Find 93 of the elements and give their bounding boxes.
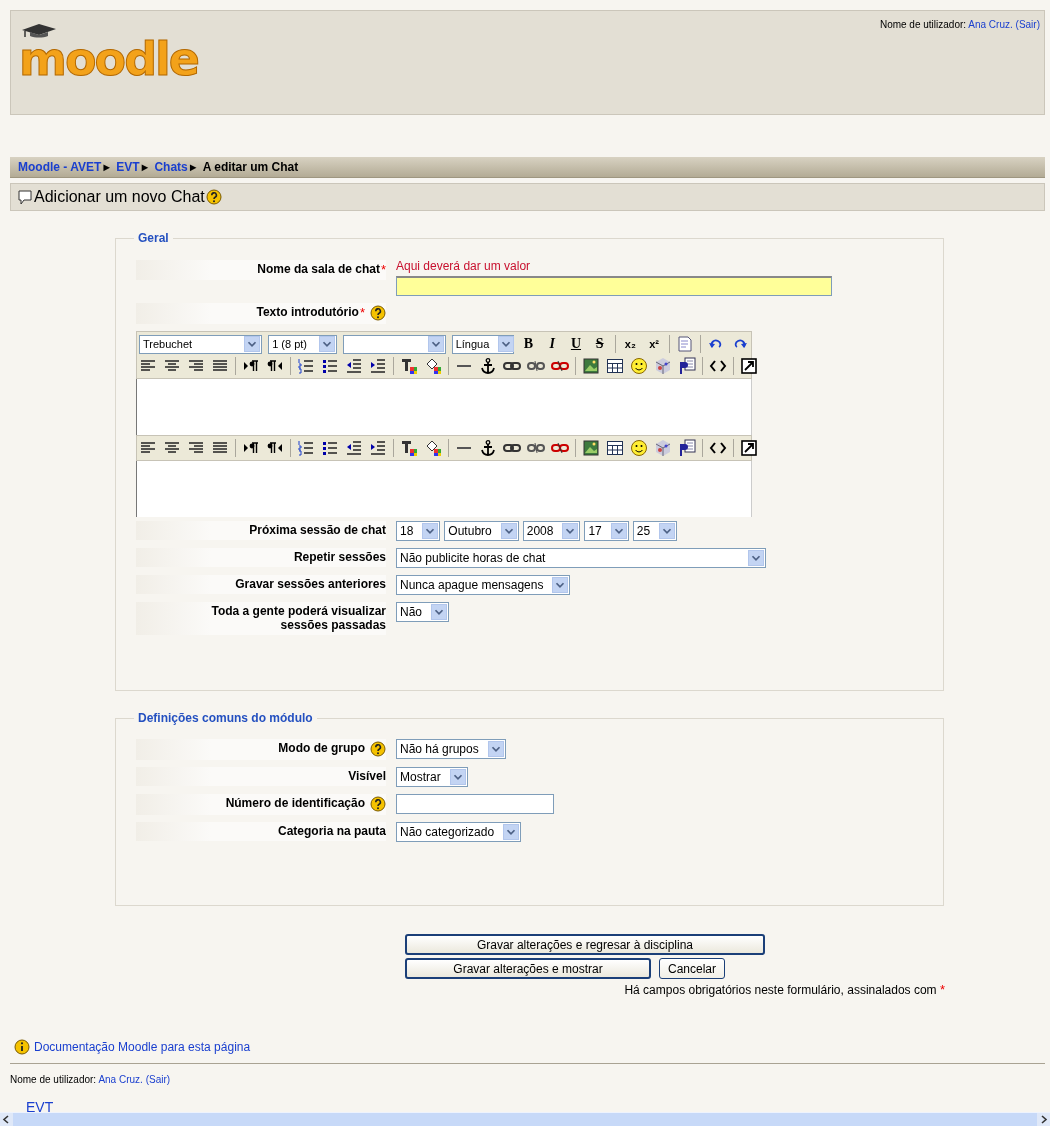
text-color-icon[interactable] — [400, 439, 418, 457]
field-label: Próxima sessão de chat — [249, 523, 386, 537]
speech-bubble-icon — [17, 189, 33, 205]
field-label: Texto introdutório — [256, 305, 359, 319]
dropdown[interactable]: 2008 — [522, 521, 581, 541]
text-field[interactable] — [396, 276, 832, 296]
table-icon[interactable] — [606, 439, 624, 457]
field-label: Gravar sessões anteriores — [235, 577, 386, 591]
dropdown[interactable]: 18 — [396, 521, 441, 541]
format-button[interactable]: B — [519, 335, 538, 353]
paste-icon[interactable] — [678, 439, 696, 457]
outdent-icon[interactable] — [345, 357, 363, 375]
dropdown[interactable]: Língua — [451, 334, 514, 354]
dropdown[interactable]: Mostrar — [396, 767, 468, 787]
text-field[interactable] — [396, 794, 554, 814]
field-label: Número de identificação — [225, 796, 365, 810]
format-button[interactable]: x² — [645, 335, 663, 353]
user-link[interactable]: Ana Cruz. — [968, 19, 1013, 30]
breadcrumb-current: A editar um Chat — [202, 160, 299, 174]
format-button[interactable]: S — [590, 335, 609, 353]
paint-bucket-icon[interactable] — [424, 439, 442, 457]
anchor-icon[interactable] — [479, 357, 497, 375]
dropdown[interactable]: 25 — [632, 521, 678, 541]
graduation-cap-icon — [21, 23, 57, 38]
bullet-list-icon[interactable] — [321, 439, 339, 457]
page-heading: Adicionar um novo Chat — [34, 188, 205, 206]
paste-icon[interactable] — [678, 357, 696, 375]
info-icon — [14, 1039, 30, 1055]
breadcrumb-separator: ► — [187, 161, 199, 173]
help-icon[interactable] — [370, 741, 386, 757]
form-button[interactable]: Gravar alterações e mostrar — [405, 958, 651, 979]
fullscreen-icon[interactable] — [740, 357, 758, 375]
field-label: Repetir sessões — [293, 550, 386, 564]
smiley-icon[interactable] — [630, 357, 648, 375]
breadcrumb-separator: ► — [139, 161, 151, 173]
section-legend: Definições comuns do módulo — [134, 711, 317, 725]
field-label: Toda a gente poderá visualizar sessões passadas — [210, 604, 386, 632]
numbered-list-icon[interactable] — [297, 357, 315, 375]
breadcrumb-link[interactable]: EVT — [116, 160, 140, 174]
horizontal-scrollbar[interactable] — [0, 1112, 1050, 1126]
logout-link[interactable]: (Sair) — [145, 1074, 171, 1085]
image-icon[interactable] — [582, 439, 600, 457]
smiley-icon[interactable] — [630, 439, 648, 457]
help-icon[interactable] — [205, 189, 222, 205]
paint-bucket-icon[interactable] — [424, 357, 442, 375]
required-mark: * — [359, 305, 365, 320]
dropdown[interactable]: Não — [396, 602, 449, 622]
field-label: Visível — [348, 769, 386, 783]
outdent-icon[interactable] — [345, 439, 363, 457]
format-button[interactable]: I — [543, 335, 562, 353]
dropdown[interactable]: Não categorizado — [396, 822, 522, 842]
indent-icon[interactable] — [369, 439, 387, 457]
dropdown[interactable]: Nunca apague mensagens — [396, 575, 571, 595]
breadcrumb-separator: ► — [101, 161, 113, 173]
form-button[interactable]: Cancelar — [659, 958, 726, 979]
indent-icon[interactable] — [369, 357, 387, 375]
fullscreen-icon[interactable] — [740, 439, 758, 457]
section-legend: Geral — [134, 231, 173, 245]
anchor-icon[interactable] — [479, 439, 497, 457]
help-icon[interactable] — [370, 796, 386, 812]
dropdown[interactable]: Outubro — [444, 521, 519, 541]
dropdown[interactable]: 1 (8 pt) — [268, 334, 338, 354]
required-mark: * — [380, 262, 386, 277]
dropdown[interactable]: Não publicite horas de chat — [396, 548, 766, 568]
help-icon[interactable] — [370, 305, 386, 321]
bullet-list-icon[interactable] — [321, 357, 339, 375]
numbered-list-icon[interactable] — [297, 439, 315, 457]
required-note: Há campos obrigatórios neste formulário, assinalados com — [624, 983, 937, 997]
dropdown[interactable]: Trebuchet — [139, 334, 263, 354]
table-icon[interactable] — [606, 357, 624, 375]
breadcrumb-link[interactable]: Moodle - AVET — [18, 160, 102, 174]
field-label: Categoria na pauta — [277, 824, 386, 838]
breadcrumb-link[interactable]: Chats — [154, 160, 188, 174]
format-button[interactable]: U — [567, 335, 585, 353]
field-label: Nome da sala de chat — [257, 262, 380, 276]
cube-icon[interactable] — [654, 357, 672, 375]
user-link[interactable]: Ana Cruz. — [98, 1074, 143, 1085]
logo: moodle — [19, 39, 199, 79]
logout-link[interactable]: (Sair) — [1015, 19, 1040, 30]
login-label: Nome de utilizador: — [879, 19, 967, 30]
error-message: Aqui deverá dar um valor — [396, 259, 532, 273]
required-mark: * — [939, 982, 945, 997]
login-label: Nome de utilizador: — [10, 1074, 97, 1085]
dropdown[interactable]: 17 — [584, 521, 629, 541]
cube-icon[interactable] — [654, 439, 672, 457]
course-link[interactable]: EVT — [26, 1099, 54, 1115]
form-button[interactable]: Gravar alterações e regresar à disciplina — [405, 934, 765, 955]
format-button[interactable]: x₂ — [621, 335, 640, 353]
field-label: Modo de grupo — [278, 741, 365, 755]
text-color-icon[interactable] — [400, 357, 418, 375]
image-icon[interactable] — [582, 357, 600, 375]
dropdown[interactable]: Não há grupos — [396, 739, 506, 759]
documentation-link[interactable]: Documentação Moodle para esta página — [34, 1040, 251, 1054]
